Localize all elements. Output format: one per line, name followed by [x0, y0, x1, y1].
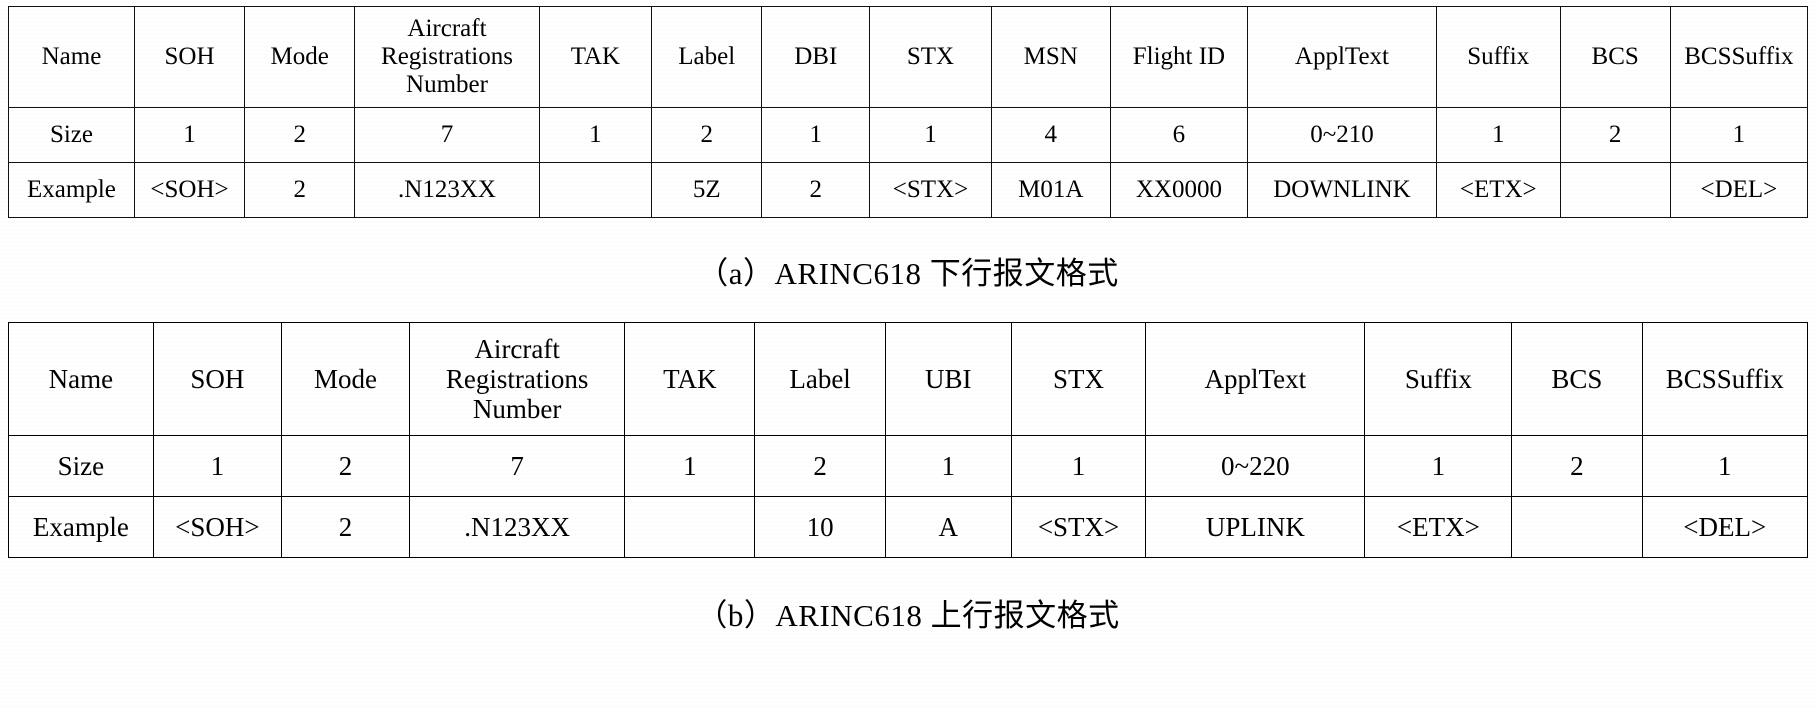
cell-size-appltext: 0~210: [1247, 107, 1437, 163]
cell-name-soh: SOH: [152, 322, 282, 436]
cell-example-bcs: [1511, 496, 1643, 558]
cell-name-bcs: BCS: [1511, 322, 1643, 436]
cell-example-appltext: UPLINK: [1145, 496, 1366, 558]
cell-name-appltext: ApplText: [1247, 6, 1437, 108]
cell-example-ubi: A: [884, 496, 1012, 558]
cell-example-soh: <SOH>: [133, 162, 246, 218]
cell-example-mode: 2: [280, 496, 411, 558]
table-row-example: Example <SOH> 2 .N123XX 5Z 2 <STX> M01A XX0000 DO…: [8, 162, 1809, 218]
cell-name-aircraft-registrations-number: Aircraft Registrations Number: [409, 322, 626, 436]
document-page: Name SOH Mode Aircraft Registrations Number…: [0, 0, 1816, 707]
cell-example-aircraft-registrations-number: .N123XX: [409, 496, 626, 558]
cell-name-bcssuffix: BCSSuffix: [1669, 6, 1809, 108]
table-row-header: Name SOH Mode Aircraft Registrations Number…: [8, 6, 1809, 108]
cell-name-label: Label: [651, 6, 763, 108]
table-row-label-size: Size: [8, 107, 135, 163]
cell-size-soh: 1: [133, 107, 246, 163]
arinc618-downlink-table: Name SOH Mode Aircraft Registrations Number…: [8, 6, 1809, 218]
cell-name-msn: MSN: [990, 6, 1111, 108]
cell-name-soh: SOH: [133, 6, 246, 108]
cell-size-suffix: 1: [1364, 435, 1513, 497]
cell-size-aircraft-registrations-number: 7: [354, 107, 540, 163]
cell-example-suffix: <ETX>: [1435, 162, 1561, 218]
cell-example-label: 10: [754, 496, 886, 558]
cell-size-stx: 1: [1010, 435, 1147, 497]
cell-name-ubi: UBI: [884, 322, 1012, 436]
cell-size-soh: 1: [152, 435, 282, 497]
cell-name-tak: TAK: [538, 6, 653, 108]
table-row-header: Name SOH Mode Aircraft Registrations Number…: [8, 322, 1809, 436]
cell-example-tak: [624, 496, 756, 558]
cell-name-mode: Mode: [280, 322, 411, 436]
cell-size-bcs: 2: [1559, 107, 1671, 163]
cell-example-flight-id: XX0000: [1109, 162, 1249, 218]
cell-name-suffix: Suffix: [1435, 6, 1561, 108]
cell-size-mode: 2: [244, 107, 356, 163]
figure-a-caption: （a）ARINC618 下行报文格式: [697, 256, 1119, 291]
cell-example-dbi: 2: [761, 162, 871, 218]
cell-name-stx: STX: [1010, 322, 1147, 436]
cell-example-aircraft-registrations-number: .N123XX: [354, 162, 540, 218]
cell-example-msn: M01A: [990, 162, 1111, 218]
cell-size-label: 2: [754, 435, 886, 497]
cell-size-mode: 2: [280, 435, 411, 497]
cell-size-bcssuffix: 1: [1641, 435, 1809, 497]
cell-example-label: 5Z: [651, 162, 763, 218]
cell-name-label: Label: [754, 322, 886, 436]
cell-size-ubi: 1: [884, 435, 1012, 497]
cell-size-stx: 1: [869, 107, 992, 163]
cell-size-appltext: 0~220: [1145, 435, 1366, 497]
cell-example-soh: <SOH>: [152, 496, 282, 558]
cell-size-tak: 1: [624, 435, 756, 497]
arinc618-uplink-table: Name SOH Mode Aircraft Registrations Number…: [8, 322, 1809, 558]
cell-size-tak: 1: [538, 107, 653, 163]
cell-name-tak: TAK: [624, 322, 756, 436]
cell-name-mode: Mode: [244, 6, 356, 108]
table-row-label-name: Name: [8, 322, 154, 436]
table-row-size: Size 1 2 7 1 2 1 1 4 6 0~210 1 2 1: [8, 107, 1809, 163]
cell-size-bcs: 2: [1511, 435, 1643, 497]
cell-example-bcssuffix: <DEL>: [1641, 496, 1809, 558]
cell-name-bcssuffix: BCSSuffix: [1641, 322, 1809, 436]
table-row-size: Size 1 2 7 1 2 1 1 0~220 1 2 1: [8, 435, 1809, 497]
cell-name-dbi: DBI: [761, 6, 871, 108]
cell-name-appltext: ApplText: [1145, 322, 1366, 436]
cell-example-stx: <STX>: [869, 162, 992, 218]
cell-example-mode: 2: [244, 162, 356, 218]
cell-size-dbi: 1: [761, 107, 871, 163]
cell-size-aircraft-registrations-number: 7: [409, 435, 626, 497]
cell-size-msn: 4: [990, 107, 1111, 163]
table-row-label-size: Size: [8, 435, 154, 497]
cell-example-bcssuffix: <DEL>: [1669, 162, 1809, 218]
cell-name-suffix: Suffix: [1364, 322, 1513, 436]
cell-example-stx: <STX>: [1010, 496, 1147, 558]
cell-name-stx: STX: [869, 6, 992, 108]
cell-size-bcssuffix: 1: [1669, 107, 1809, 163]
cell-name-aircraft-registrations-number: Aircraft Registrations Number: [354, 6, 540, 108]
cell-size-label: 2: [651, 107, 763, 163]
table-row-label-example: Example: [8, 162, 135, 218]
cell-example-suffix: <ETX>: [1364, 496, 1513, 558]
table-row-label-name: Name: [8, 6, 135, 108]
cell-name-flight-id: Flight ID: [1109, 6, 1249, 108]
cell-example-tak: [538, 162, 653, 218]
cell-example-appltext: DOWNLINK: [1247, 162, 1437, 218]
cell-size-flight-id: 6: [1109, 107, 1249, 163]
figure-b-caption: （b）ARINC618 上行报文格式: [696, 598, 1120, 633]
cell-size-suffix: 1: [1435, 107, 1561, 163]
figure-b-uplink-format: Name SOH Mode Aircraft Registrations Number…: [0, 322, 1816, 635]
figure-a-downlink-format: Name SOH Mode Aircraft Registrations Number…: [0, 6, 1816, 293]
table-row-label-example: Example: [8, 496, 154, 558]
cell-name-bcs: BCS: [1559, 6, 1671, 108]
cell-example-bcs: [1559, 162, 1671, 218]
table-row-example: Example <SOH> 2 .N123XX 10 A <STX> UPLINK <ETX> <…: [8, 496, 1809, 558]
